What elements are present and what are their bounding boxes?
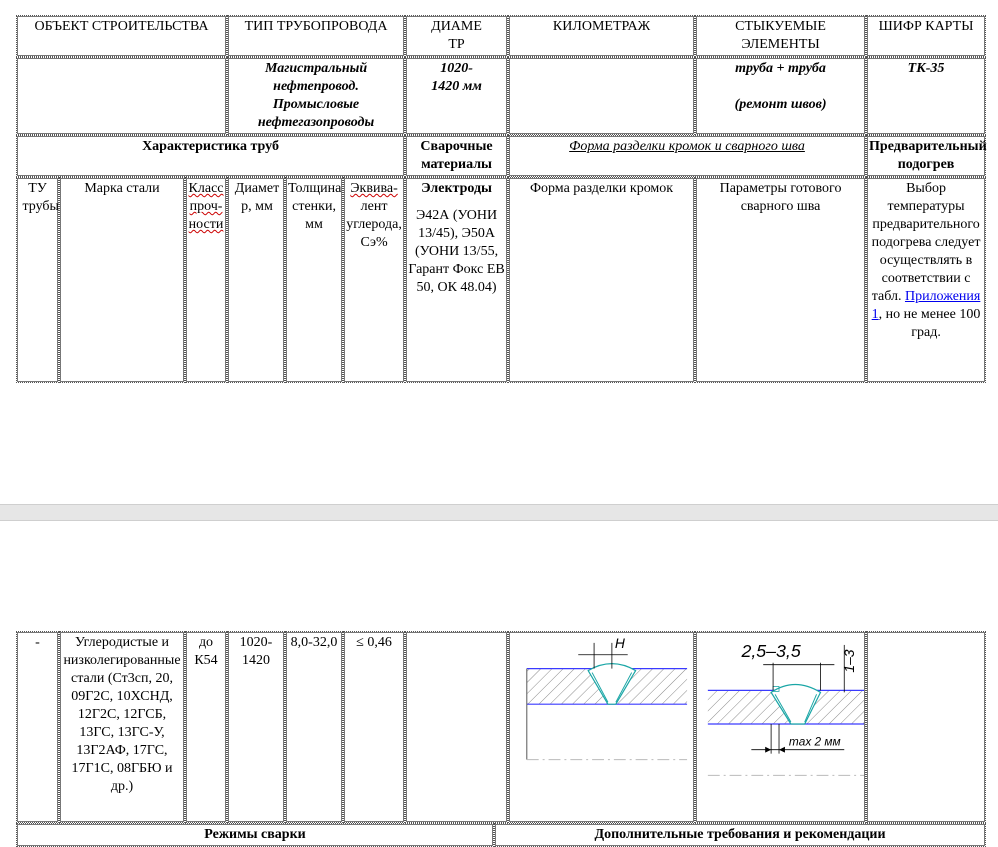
diameter-value: 1020-1420 мм	[405, 57, 509, 135]
header-joined: СТЫКУЕМЫЕ ЭЛЕМЕНТЫ	[695, 15, 867, 57]
section-materials: Сварочные материалы	[405, 135, 509, 177]
label-height: 1–3	[841, 649, 857, 672]
label-h: H	[615, 635, 626, 651]
section-preheat: Предварительный подогрев	[866, 135, 987, 177]
footer-extra: Дополнительные требования и рекомендации	[494, 823, 986, 847]
row-diameter: 1020-1420	[227, 631, 285, 823]
weld-params-drawing: 2,5–3,5 1–3 max 2 мм	[707, 641, 865, 776]
col-class: Класс проч-ности	[185, 177, 228, 383]
col-tu: ТУ трубы	[16, 177, 59, 383]
header-diameter: ДИАМЕ ТР	[405, 15, 509, 57]
col-electrodes: Электроды Э42А (УОНИ 13/45), Э50А (УОНИ …	[405, 177, 509, 383]
label-width: 2,5–3,5	[740, 641, 800, 661]
label-gap: max 2 мм	[789, 735, 841, 749]
edge-prep-drawing: H	[526, 635, 688, 761]
section-pipes: Характеристика труб	[16, 135, 406, 177]
row-steel: Углеродистые и низколегированные стали (…	[59, 631, 185, 823]
km-value	[508, 57, 696, 135]
weld-drawing-cell: 2,5–3,5 1–3 max 2 мм	[695, 631, 866, 823]
header-pipe-type: ТИП ТРУБОПРОВОДА	[227, 15, 406, 57]
pipe-type-value: Магистральный нефтепровод. Промысловые н…	[227, 57, 406, 135]
page-break	[0, 504, 998, 521]
header-table: ОБЪЕКТ СТРОИТЕЛЬСТВА ТИП ТРУБОПРОВОДА ДИ…	[16, 15, 987, 383]
header-card-code: ШИФР КАРТЫ	[866, 15, 987, 57]
col-steel: Марка стали	[59, 177, 185, 383]
col-weld-params: Параметры готового сварного шва	[695, 177, 867, 383]
object-value	[16, 57, 228, 135]
row-class: до К54	[185, 631, 227, 823]
row-electrodes	[405, 631, 508, 823]
edge-drawing-cell: H	[508, 631, 695, 823]
joined-value: труба + труба (ремонт швов)	[695, 57, 867, 135]
row-tu: -	[16, 631, 59, 823]
col-diameter: Диаметр, мм	[227, 177, 286, 383]
row-wall: 8,0-32,0	[285, 631, 343, 823]
footer-table: Режимы сварки Дополнительные требования …	[16, 823, 986, 847]
col-edge-prep: Форма разделки кромок	[508, 177, 696, 383]
row-preheat	[866, 631, 986, 823]
col-equiv: Эквива-лент углерода, Сэ%	[343, 177, 406, 383]
section-edge-form: Форма разделки кромок и сварного шва	[508, 135, 867, 177]
header-object: ОБЪЕКТ СТРОИТЕЛЬСТВА	[16, 15, 228, 57]
card-code-value: ТК-35	[866, 57, 987, 135]
col-wall: Толщина стенки, мм	[285, 177, 344, 383]
data-table: - Углеродистые и низколегированные стали…	[16, 631, 986, 823]
col-preheat-text: Выбор температуры предварительного подог…	[866, 177, 987, 383]
header-km: КИЛОМЕТРАЖ	[508, 15, 696, 57]
footer-modes: Режимы сварки	[16, 823, 494, 847]
row-equiv: ≤ 0,46	[343, 631, 405, 823]
